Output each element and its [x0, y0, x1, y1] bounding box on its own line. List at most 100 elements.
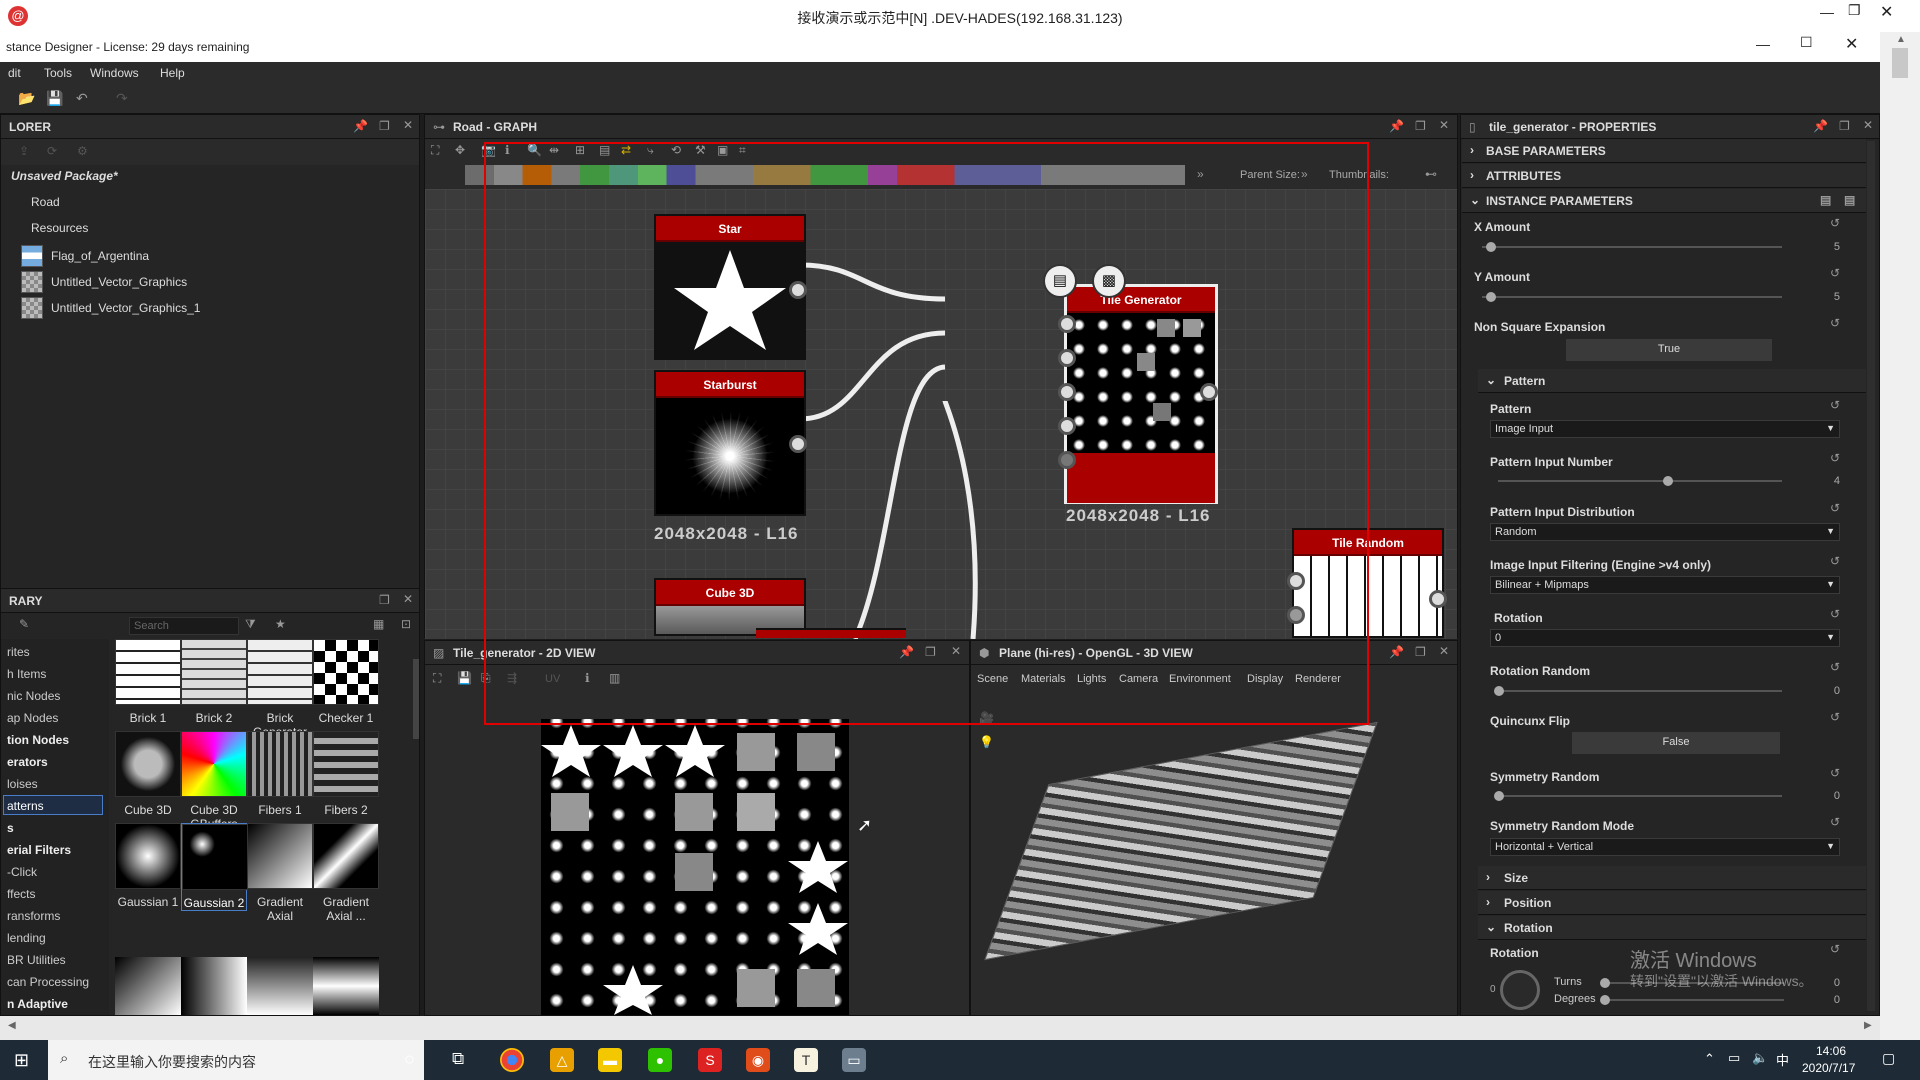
- category-item[interactable]: ap Nodes: [7, 711, 58, 725]
- ime-indicator[interactable]: 中: [1776, 1050, 1789, 1069]
- y-amount-slider[interactable]: [1482, 292, 1782, 302]
- task-view-icon[interactable]: ⧉: [452, 1049, 464, 1069]
- file-explorer-icon[interactable]: ▬: [598, 1048, 622, 1072]
- chrome-icon[interactable]: [500, 1048, 524, 1072]
- frame-icon[interactable]: ⛶: [431, 143, 439, 158]
- reset-icon[interactable]: ↺: [1830, 607, 1840, 621]
- save-icon[interactable]: 💾: [457, 671, 472, 685]
- library-item-brick-generator[interactable]: Brick Generator: [247, 639, 313, 739]
- reset-icon[interactable]: ↺: [1830, 316, 1840, 330]
- scroll-right-icon[interactable]: ▶: [1864, 1020, 1872, 1031]
- scroll-up-icon[interactable]: ▲: [1896, 34, 1906, 45]
- library-item-fibers-1[interactable]: Fibers 1: [247, 731, 313, 817]
- panel-close-icon[interactable]: ✕: [403, 592, 413, 606]
- group-pattern[interactable]: ⌄ Pattern: [1478, 369, 1866, 393]
- panel-close-icon[interactable]: ✕: [403, 118, 413, 132]
- menu-windows[interactable]: Windows: [90, 66, 139, 80]
- reset-icon[interactable]: ↺: [1830, 451, 1840, 465]
- symmetry-random-value[interactable]: 0: [1800, 790, 1840, 802]
- category-item[interactable]: BR Utilities: [7, 953, 66, 967]
- substance-designer-icon[interactable]: ◉: [746, 1048, 770, 1072]
- library-item-cube-3d-gbuffers[interactable]: Cube 3D GBuffers: [181, 731, 247, 831]
- pattern-input-number-slider[interactable]: [1498, 476, 1782, 486]
- tree-item-vector-2[interactable]: Untitled_Vector_Graphics_1: [51, 301, 200, 323]
- output-port[interactable]: [1429, 590, 1447, 608]
- restore-icon[interactable]: ❐: [1848, 2, 1861, 19]
- app-minimize-icon[interactable]: —: [1756, 36, 1770, 52]
- library-item-brick-2[interactable]: Brick 2: [181, 639, 247, 725]
- degrees-slider[interactable]: [1600, 995, 1784, 1005]
- float-icon[interactable]: ❐: [379, 593, 390, 607]
- reset-icon[interactable]: ↺: [1830, 554, 1840, 568]
- y-amount-value[interactable]: 5: [1800, 291, 1840, 303]
- slider-knob[interactable]: [1600, 978, 1610, 988]
- reset-icon[interactable]: ↺: [1830, 660, 1840, 674]
- library-thumbnail-partial[interactable]: [313, 957, 379, 1015]
- reset-icon[interactable]: ↺: [1830, 815, 1840, 829]
- reset-icon[interactable]: ↺: [1830, 942, 1840, 956]
- category-item[interactable]: tion Nodes: [7, 733, 69, 747]
- toggle-icon[interactable]: ⊷: [1425, 167, 1437, 181]
- open-folder-icon[interactable]: 📂: [18, 90, 35, 107]
- reset-icon[interactable]: ↺: [1830, 398, 1840, 412]
- volume-icon[interactable]: 🔈: [1752, 1050, 1768, 1066]
- library-item-cube-3d[interactable]: Cube 3D: [115, 731, 181, 817]
- reset-icon[interactable]: ↺: [1830, 766, 1840, 780]
- library-scrollbar[interactable]: [413, 659, 419, 739]
- app-maximize-icon[interactable]: ☐: [1800, 34, 1813, 51]
- pin-icon[interactable]: 📌: [1389, 119, 1404, 133]
- float-icon[interactable]: ❐: [379, 119, 390, 133]
- x-amount-value[interactable]: 5: [1800, 241, 1840, 253]
- menu-edit[interactable]: dit: [8, 66, 21, 80]
- category-item[interactable]: ffects: [7, 887, 35, 901]
- remote-scrollbar[interactable]: ▲: [1880, 32, 1920, 1040]
- symmetry-random-slider[interactable]: [1494, 791, 1782, 801]
- wechat-icon[interactable]: ●: [648, 1048, 672, 1072]
- light-bulb-icon[interactable]: 💡: [979, 735, 994, 749]
- library-item-fibers-2[interactable]: Fibers 2: [313, 731, 379, 817]
- library-thumbnail-partial[interactable]: [181, 957, 247, 1015]
- library-search-input[interactable]: Search: [129, 617, 239, 635]
- library-item-brick-1[interactable]: Brick 1: [115, 639, 181, 725]
- typora-icon[interactable]: T: [794, 1048, 818, 1072]
- rotation-random-value[interactable]: 0: [1800, 685, 1840, 697]
- remote-desktop-icon[interactable]: ▭: [842, 1048, 866, 1072]
- category-item[interactable]: lending: [7, 931, 46, 945]
- taskbar-search-box[interactable]: ⌕ 在这里输入你要搜索的内容: [48, 1040, 424, 1080]
- fit-icon[interactable]: ⛶: [433, 671, 441, 686]
- library-item-gaussian-1[interactable]: Gaussian 1: [115, 823, 181, 909]
- tree-item-resources[interactable]: Resources: [31, 221, 88, 243]
- category-item[interactable]: n Adaptive: [7, 997, 68, 1011]
- notification-icon[interactable]: ▢: [1882, 1050, 1895, 1067]
- slider-knob[interactable]: [1486, 242, 1496, 252]
- rotation-random-slider[interactable]: [1494, 686, 1782, 696]
- category-item[interactable]: s: [7, 821, 14, 835]
- tree-item-flag[interactable]: Flag_of_Argentina: [51, 249, 149, 271]
- category-item[interactable]: h Items: [7, 667, 46, 681]
- pattern-input-number-value[interactable]: 4: [1800, 475, 1840, 487]
- properties-scrollbar[interactable]: [1867, 141, 1875, 1011]
- reset-icon[interactable]: ↺: [1830, 710, 1840, 724]
- quincunx-flip-toggle[interactable]: False: [1572, 732, 1780, 754]
- degrees-value[interactable]: 0: [1800, 994, 1840, 1006]
- plane-3d-preview[interactable]: [984, 721, 1378, 961]
- rotation-dropdown[interactable]: 0 ▼: [1490, 629, 1840, 647]
- package-item[interactable]: Unsaved Package*: [11, 169, 118, 191]
- library-item-gaussian-2[interactable]: Gaussian 2: [181, 823, 248, 911]
- section-attributes[interactable]: › ATTRIBUTES: [1462, 164, 1866, 188]
- section-instance-parameters[interactable]: ⌄ INSTANCE PARAMETERS ▤ ▤: [1462, 189, 1866, 213]
- non-square-toggle[interactable]: True: [1566, 339, 1772, 361]
- redo-icon[interactable]: ↷: [116, 90, 128, 107]
- float-icon[interactable]: ❐: [1415, 119, 1426, 133]
- preset-icon[interactable]: ▤: [1820, 193, 1831, 207]
- symmetry-mode-dropdown[interactable]: Horizontal + Vertical ▼: [1490, 838, 1840, 856]
- menu-help[interactable]: Help: [160, 66, 185, 80]
- group-size[interactable]: › Size: [1478, 866, 1866, 890]
- clock-time[interactable]: 14:06: [1816, 1044, 1846, 1058]
- move-icon[interactable]: ✥: [455, 143, 465, 157]
- slider-knob[interactable]: [1486, 292, 1496, 302]
- float-icon[interactable]: ❐: [1839, 119, 1850, 133]
- category-item[interactable]: ransforms: [7, 909, 60, 923]
- network-icon[interactable]: ▭: [1728, 1050, 1740, 1066]
- preset-menu-icon[interactable]: ▤: [1844, 193, 1855, 207]
